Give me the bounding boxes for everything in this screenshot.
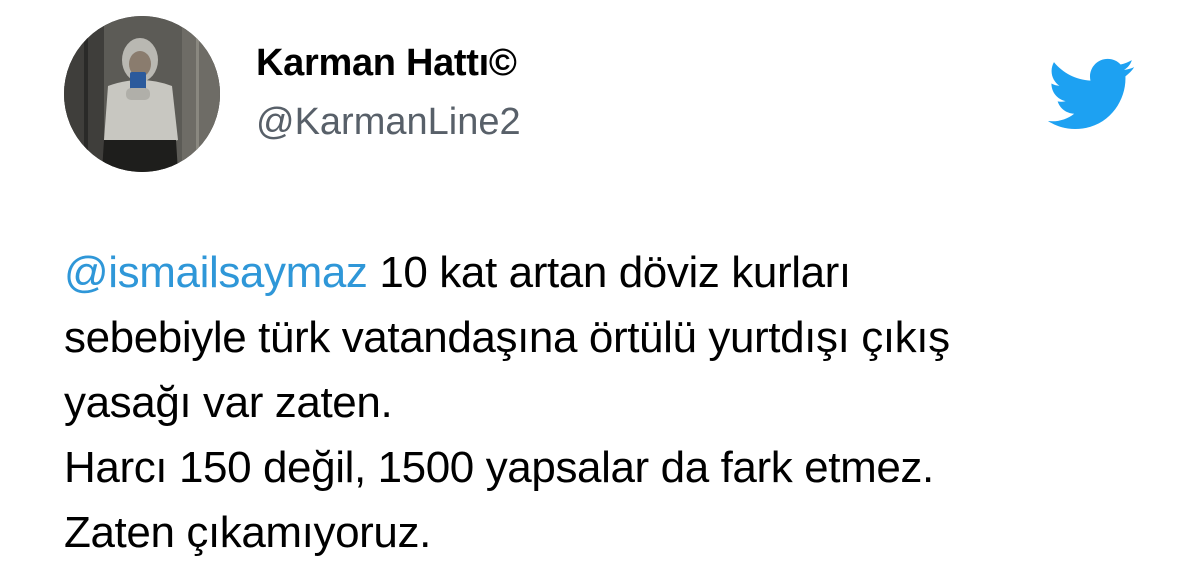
avatar-photo [64,16,220,172]
display-name[interactable]: Karman Hattı© [256,42,517,85]
tweet-text: @ismailsaymaz 10 kat artan döviz kurları… [64,240,1154,565]
avatar[interactable] [64,16,220,172]
mention-link[interactable]: @ismailsaymaz [64,248,368,297]
tweet-text-line: Harcı 150 değil, 1500 yapsalar da fark e… [64,443,934,492]
tweet-text-line: Zaten çıkamıyoruz. [64,508,431,557]
tweet-text-segment: 10 kat artan döviz kurları [367,248,851,297]
tweet-card: Karman Hattı© @KarmanLine2 @ismailsaymaz… [0,0,1200,564]
tweet-text-line: @ismailsaymaz 10 kat artan döviz kurları [64,240,1154,305]
user-handle[interactable]: @KarmanLine2 [256,101,521,144]
tweet-text-line: sebebiyle türk vatandaşına örtülü yurtdı… [64,313,950,362]
tweet-text-line: yasağı var zaten. [64,378,393,427]
twitter-bird-icon[interactable] [1044,56,1136,132]
